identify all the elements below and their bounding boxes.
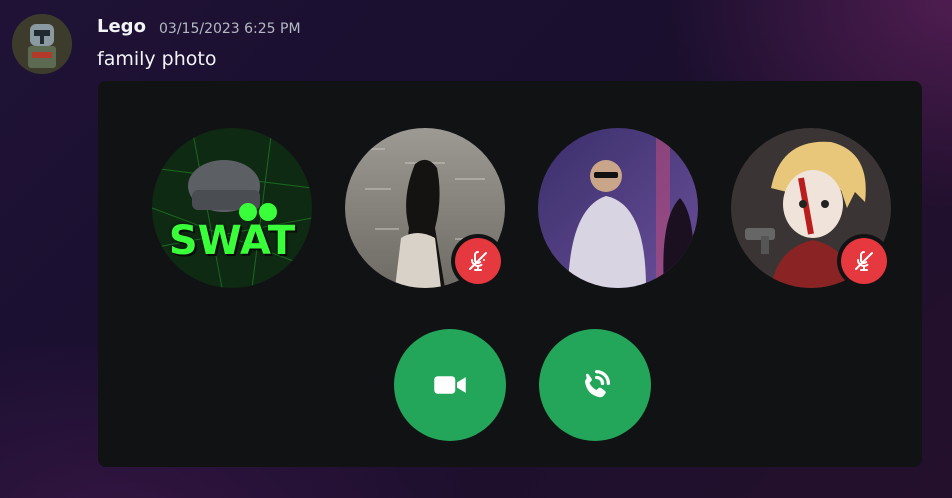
video-camera-icon (434, 376, 466, 394)
man-with-sunglasses-avatar (538, 128, 698, 288)
swat-logo-avatar (152, 128, 312, 288)
phone-ringing-icon (585, 370, 610, 398)
microphone-muted-icon (469, 251, 487, 271)
call-participant[interactable] (731, 128, 891, 288)
microphone-muted-icon (855, 251, 873, 271)
join-voice-call-button[interactable] (539, 329, 651, 441)
message-text: family photo (97, 48, 217, 70)
call-participant[interactable]: SWAT (152, 128, 312, 288)
call-participant[interactable] (538, 128, 698, 288)
message-author[interactable]: Lego (97, 16, 146, 37)
swat-text: SWAT (168, 218, 296, 264)
mute-indicator (837, 234, 891, 288)
user-avatar[interactable] (12, 14, 72, 74)
mute-indicator (451, 234, 505, 288)
call-participant[interactable] (345, 128, 505, 288)
message-timestamp: 03/15/2023 6:25 PM (159, 21, 301, 37)
video-call-button[interactable] (394, 329, 506, 441)
